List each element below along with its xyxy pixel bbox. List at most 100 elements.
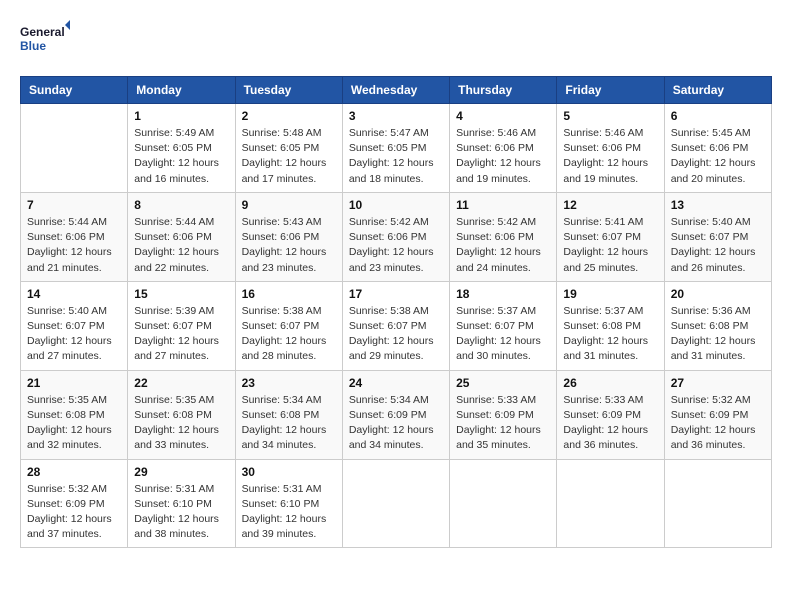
day-info: Sunrise: 5:42 AM Sunset: 6:06 PM Dayligh… (349, 215, 443, 276)
column-header-saturday: Saturday (664, 77, 771, 104)
logo: General Blue (20, 20, 70, 60)
day-info: Sunrise: 5:32 AM Sunset: 6:09 PM Dayligh… (27, 482, 121, 543)
day-info: Sunrise: 5:48 AM Sunset: 6:05 PM Dayligh… (242, 126, 336, 187)
day-number: 7 (27, 198, 121, 212)
day-info: Sunrise: 5:40 AM Sunset: 6:07 PM Dayligh… (27, 304, 121, 365)
day-number: 21 (27, 376, 121, 390)
day-number: 22 (134, 376, 228, 390)
day-info: Sunrise: 5:46 AM Sunset: 6:06 PM Dayligh… (456, 126, 550, 187)
calendar-cell: 29 Sunrise: 5:31 AM Sunset: 6:10 PM Dayli… (128, 459, 235, 548)
calendar-cell: 8 Sunrise: 5:44 AM Sunset: 6:06 PM Daylig… (128, 192, 235, 281)
day-info: Sunrise: 5:31 AM Sunset: 6:10 PM Dayligh… (134, 482, 228, 543)
day-info: Sunrise: 5:47 AM Sunset: 6:05 PM Dayligh… (349, 126, 443, 187)
day-number: 5 (563, 109, 657, 123)
calendar-cell: 15 Sunrise: 5:39 AM Sunset: 6:07 PM Dayli… (128, 281, 235, 370)
calendar-cell: 19 Sunrise: 5:37 AM Sunset: 6:08 PM Dayli… (557, 281, 664, 370)
calendar-cell (557, 459, 664, 548)
day-number: 20 (671, 287, 765, 301)
day-number: 15 (134, 287, 228, 301)
column-header-friday: Friday (557, 77, 664, 104)
logo-svg: General Blue (20, 20, 70, 60)
calendar-cell: 4 Sunrise: 5:46 AM Sunset: 6:06 PM Daylig… (450, 104, 557, 193)
calendar-cell (342, 459, 449, 548)
day-info: Sunrise: 5:41 AM Sunset: 6:07 PM Dayligh… (563, 215, 657, 276)
day-info: Sunrise: 5:40 AM Sunset: 6:07 PM Dayligh… (671, 215, 765, 276)
svg-text:General: General (20, 25, 65, 39)
column-header-tuesday: Tuesday (235, 77, 342, 104)
day-info: Sunrise: 5:38 AM Sunset: 6:07 PM Dayligh… (242, 304, 336, 365)
day-info: Sunrise: 5:38 AM Sunset: 6:07 PM Dayligh… (349, 304, 443, 365)
day-info: Sunrise: 5:44 AM Sunset: 6:06 PM Dayligh… (134, 215, 228, 276)
day-number: 24 (349, 376, 443, 390)
calendar-cell: 11 Sunrise: 5:42 AM Sunset: 6:06 PM Dayli… (450, 192, 557, 281)
calendar-header-row: SundayMondayTuesdayWednesdayThursdayFrid… (21, 77, 772, 104)
calendar-week-2: 7 Sunrise: 5:44 AM Sunset: 6:06 PM Daylig… (21, 192, 772, 281)
day-info: Sunrise: 5:35 AM Sunset: 6:08 PM Dayligh… (27, 393, 121, 454)
calendar-cell: 1Sunrise: 5:49 AM Sunset: 6:05 PM Daylig… (128, 104, 235, 193)
calendar-week-3: 14 Sunrise: 5:40 AM Sunset: 6:07 PM Dayli… (21, 281, 772, 370)
day-info: Sunrise: 5:37 AM Sunset: 6:08 PM Dayligh… (563, 304, 657, 365)
day-info: Sunrise: 5:42 AM Sunset: 6:06 PM Dayligh… (456, 215, 550, 276)
day-info: Sunrise: 5:36 AM Sunset: 6:08 PM Dayligh… (671, 304, 765, 365)
day-number: 26 (563, 376, 657, 390)
calendar-cell: 2 Sunrise: 5:48 AM Sunset: 6:05 PM Daylig… (235, 104, 342, 193)
page-header: General Blue (20, 20, 772, 60)
day-info: Sunrise: 5:33 AM Sunset: 6:09 PM Dayligh… (563, 393, 657, 454)
day-number: 30 (242, 465, 336, 479)
day-number: 13 (671, 198, 765, 212)
day-info: Sunrise: 5:44 AM Sunset: 6:06 PM Dayligh… (27, 215, 121, 276)
day-number: 3 (349, 109, 443, 123)
calendar-cell: 7 Sunrise: 5:44 AM Sunset: 6:06 PM Daylig… (21, 192, 128, 281)
calendar-cell: 12 Sunrise: 5:41 AM Sunset: 6:07 PM Dayli… (557, 192, 664, 281)
day-info: Sunrise: 5:39 AM Sunset: 6:07 PM Dayligh… (134, 304, 228, 365)
day-info: Sunrise: 5:31 AM Sunset: 6:10 PM Dayligh… (242, 482, 336, 543)
day-number: 8 (134, 198, 228, 212)
column-header-wednesday: Wednesday (342, 77, 449, 104)
column-header-monday: Monday (128, 77, 235, 104)
calendar-cell: 9Sunrise: 5:43 AM Sunset: 6:06 PM Daylig… (235, 192, 342, 281)
calendar-cell: 10 Sunrise: 5:42 AM Sunset: 6:06 PM Dayli… (342, 192, 449, 281)
day-number: 4 (456, 109, 550, 123)
day-number: 6 (671, 109, 765, 123)
day-number: 25 (456, 376, 550, 390)
day-info: Sunrise: 5:45 AM Sunset: 6:06 PM Dayligh… (671, 126, 765, 187)
calendar-cell: 18Sunrise: 5:37 AM Sunset: 6:07 PM Dayli… (450, 281, 557, 370)
day-number: 23 (242, 376, 336, 390)
calendar-cell (450, 459, 557, 548)
calendar-cell: 28 Sunrise: 5:32 AM Sunset: 6:09 PM Dayli… (21, 459, 128, 548)
calendar-cell: 26 Sunrise: 5:33 AM Sunset: 6:09 PM Dayli… (557, 370, 664, 459)
calendar-cell: 23Sunrise: 5:34 AM Sunset: 6:08 PM Dayli… (235, 370, 342, 459)
calendar-cell: 6 Sunrise: 5:45 AM Sunset: 6:06 PM Daylig… (664, 104, 771, 193)
calendar-cell: 21 Sunrise: 5:35 AM Sunset: 6:08 PM Dayli… (21, 370, 128, 459)
svg-text:Blue: Blue (20, 39, 46, 53)
calendar-cell: 24 Sunrise: 5:34 AM Sunset: 6:09 PM Dayli… (342, 370, 449, 459)
calendar-table: SundayMondayTuesdayWednesdayThursdayFrid… (20, 76, 772, 548)
calendar-week-1: 1Sunrise: 5:49 AM Sunset: 6:05 PM Daylig… (21, 104, 772, 193)
column-header-thursday: Thursday (450, 77, 557, 104)
day-info: Sunrise: 5:35 AM Sunset: 6:08 PM Dayligh… (134, 393, 228, 454)
calendar-week-4: 21 Sunrise: 5:35 AM Sunset: 6:08 PM Dayli… (21, 370, 772, 459)
day-info: Sunrise: 5:49 AM Sunset: 6:05 PM Dayligh… (134, 126, 228, 187)
day-number: 27 (671, 376, 765, 390)
day-number: 14 (27, 287, 121, 301)
day-number: 29 (134, 465, 228, 479)
calendar-cell: 14 Sunrise: 5:40 AM Sunset: 6:07 PM Dayli… (21, 281, 128, 370)
day-info: Sunrise: 5:32 AM Sunset: 6:09 PM Dayligh… (671, 393, 765, 454)
day-number: 2 (242, 109, 336, 123)
calendar-cell: 3 Sunrise: 5:47 AM Sunset: 6:05 PM Daylig… (342, 104, 449, 193)
calendar-cell (21, 104, 128, 193)
day-number: 28 (27, 465, 121, 479)
calendar-cell: 22 Sunrise: 5:35 AM Sunset: 6:08 PM Dayli… (128, 370, 235, 459)
day-number: 11 (456, 198, 550, 212)
day-number: 10 (349, 198, 443, 212)
calendar-cell: 5Sunrise: 5:46 AM Sunset: 6:06 PM Daylig… (557, 104, 664, 193)
calendar-cell (664, 459, 771, 548)
day-info: Sunrise: 5:34 AM Sunset: 6:09 PM Dayligh… (349, 393, 443, 454)
column-header-sunday: Sunday (21, 77, 128, 104)
calendar-cell: 17Sunrise: 5:38 AM Sunset: 6:07 PM Dayli… (342, 281, 449, 370)
day-info: Sunrise: 5:43 AM Sunset: 6:06 PM Dayligh… (242, 215, 336, 276)
day-number: 12 (563, 198, 657, 212)
calendar-cell: 25Sunrise: 5:33 AM Sunset: 6:09 PM Dayli… (450, 370, 557, 459)
day-number: 19 (563, 287, 657, 301)
calendar-cell: 13 Sunrise: 5:40 AM Sunset: 6:07 PM Dayli… (664, 192, 771, 281)
